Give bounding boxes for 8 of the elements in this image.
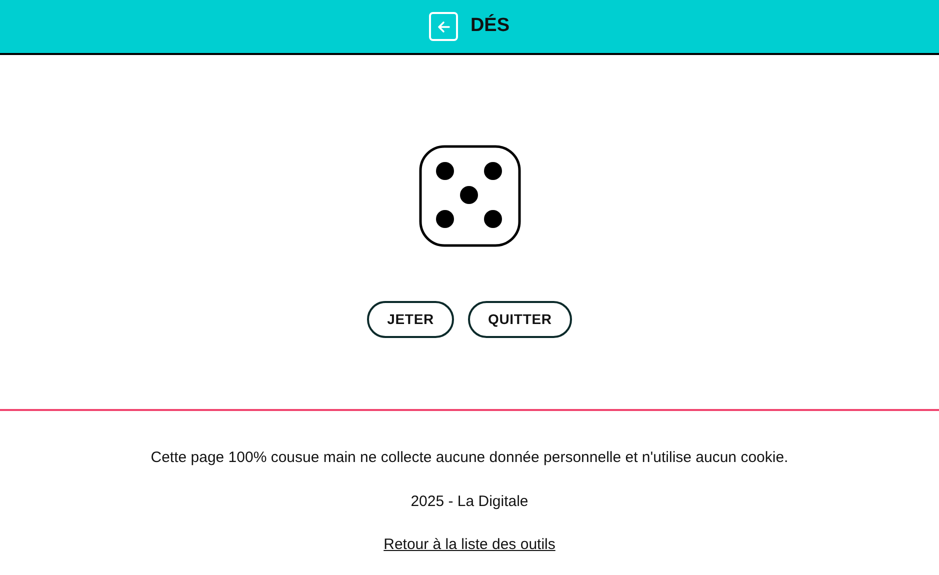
arrow-left-icon	[436, 18, 452, 34]
action-button[interactable]: JETER	[367, 301, 454, 338]
back-button[interactable]	[429, 12, 458, 41]
action-button[interactable]: QUITTER	[468, 301, 572, 338]
copyright-text: 2025 - La Digitale	[410, 492, 528, 512]
page-title: DÉS	[470, 13, 510, 38]
privacy-notice: Cette page 100% cousue main ne collecte aucune donnée personnelle et n'utilise aucun cookie.	[150, 448, 788, 468]
tools-list-link[interactable]: Retour à la liste des outils	[384, 534, 556, 556]
